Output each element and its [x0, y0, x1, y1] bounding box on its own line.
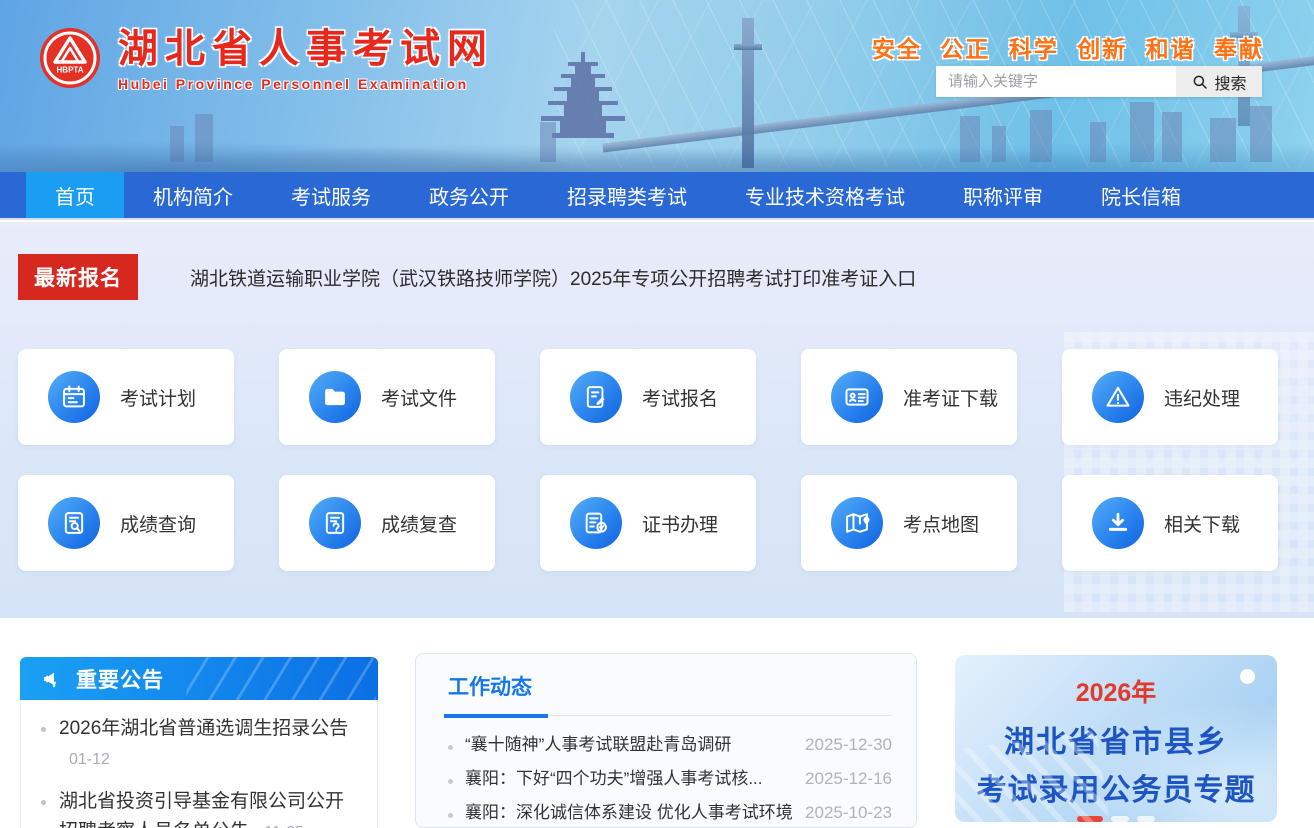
nav-item-director-mailbox[interactable]: 院长信箱 [1072, 172, 1210, 218]
service-label: 成绩复查 [381, 510, 457, 537]
announcement-text: 2026年湖北省普通选调生招录公告 [59, 718, 348, 739]
promo-dashes-decoration [955, 816, 1277, 822]
logo-acronym: HBPTA [57, 66, 84, 75]
service-label: 准考证下载 [903, 384, 998, 411]
nav-item-home[interactable]: 首页 [26, 172, 124, 218]
service-label: 考试计划 [120, 384, 196, 411]
announcement-list-item[interactable]: 湖北省投资引导基金有限公司公开招聘考察人员名单公告 11-25 [37, 787, 357, 828]
download-icon [1092, 497, 1144, 549]
hbpta-logo[interactable]: HBPTA [38, 26, 102, 90]
site-subtitle: Hubei Province Personnel Examination [118, 76, 494, 92]
important-announcements-panel: 重要公告 2026年湖北省普通选调生招录公告 01-12 湖北省投资引导基金有限… [20, 657, 378, 828]
news-text: 襄阳：下好“四个功夫”增强人事考试核... [465, 764, 763, 789]
promo-title-line2: 考试录用公务员专题 [955, 765, 1277, 809]
news-date: 2025-12-30 [805, 735, 892, 755]
site-slogan: 安全 公正 科学 创新 和谐 奉献 [872, 30, 1264, 64]
sparkle-decoration [1240, 669, 1255, 684]
civil-service-exam-promo-banner[interactable]: 2026年 湖北省省市县乡 考试录用公务员专题 [955, 655, 1277, 822]
announcement-date: 01-12 [69, 751, 110, 768]
search-input[interactable] [936, 66, 1176, 97]
search-icon [1191, 73, 1209, 91]
search-bar: 搜索 [936, 66, 1262, 97]
latest-registration-badge[interactable]: 最新报名 [18, 254, 138, 300]
site-titles: 湖北省人事考试网 Hubei Province Personnel Examin… [118, 26, 494, 92]
service-card-related-downloads[interactable]: 相关下载 [1062, 475, 1278, 571]
news-date: 2025-12-16 [805, 769, 892, 789]
service-card-score-inquiry[interactable]: 成绩查询 [18, 475, 234, 571]
service-label: 考试文件 [381, 384, 457, 411]
document-search-icon [48, 497, 100, 549]
work-updates-panel: 工作动态 “襄十随神”人事考试联盟赴青岛调研 2025-12-30 襄阳：下好“… [415, 653, 917, 828]
service-cards-row-1: 考试计划 考试文件 考试报名 [18, 349, 1278, 445]
service-card-score-recheck[interactable]: 成绩复查 [279, 475, 495, 571]
service-card-exam-plan[interactable]: 考试计划 [18, 349, 234, 445]
work-updates-title[interactable]: 工作动态 [448, 671, 532, 701]
certificate-check-icon [570, 497, 622, 549]
bullet-icon [448, 813, 453, 818]
important-announcements-title: 重要公告 [76, 664, 164, 694]
service-label: 相关下载 [1164, 510, 1240, 537]
announcement-list-item[interactable]: 2026年湖北省普通选调生招录公告 01-12 [37, 714, 357, 775]
map-pin-icon [831, 497, 883, 549]
megaphone-icon [40, 667, 64, 691]
promo-title-line1: 湖北省省市县乡 [955, 717, 1277, 761]
promo-year: 2026年 [955, 673, 1277, 709]
important-announcements-header[interactable]: 重要公告 [20, 657, 378, 700]
mountains-decoration [0, 136, 1314, 172]
service-label: 违纪处理 [1164, 384, 1240, 411]
latest-registration-link[interactable]: 湖北铁道运输职业学院（武汉铁路技师学院）2025年专项公开招聘考试打印准考证入口 [190, 264, 916, 291]
service-card-exam-documents[interactable]: 考试文件 [279, 349, 495, 445]
document-edit-icon [570, 371, 622, 423]
main-nav: 首页 机构简介 考试服务 政务公开 招录聘类考试 专业技术资格考试 职称评审 院… [0, 172, 1314, 220]
service-card-violation-handling[interactable]: 违纪处理 [1062, 349, 1278, 445]
news-list-item[interactable]: 襄阳：下好“四个功夫”增强人事考试核... 2025-12-16 [448, 764, 892, 798]
service-label: 考试报名 [642, 384, 718, 411]
search-button-label: 搜索 [1214, 70, 1246, 94]
calendar-icon [48, 371, 100, 423]
service-cards-row-2: 成绩查询 成绩复查 证书办理 [18, 475, 1278, 571]
id-card-icon [831, 371, 883, 423]
service-label: 考点地图 [903, 510, 979, 537]
news-list-item[interactable]: 襄阳：深化诚信体系建设 优化人事考试环境 2025-10-23 [448, 798, 892, 828]
news-date: 2025-10-23 [805, 803, 892, 823]
service-card-certificate-processing[interactable]: 证书办理 [540, 475, 756, 571]
mid-section: 最新报名 湖北铁道运输职业学院（武汉铁路技师学院）2025年专项公开招聘考试打印… [0, 222, 1314, 618]
announcement-text: 湖北省投资引导基金有限公司公开招聘考察人员名单公告 [59, 791, 344, 828]
nav-item-about[interactable]: 机构简介 [124, 172, 262, 218]
header-banner: HBPTA 湖北省人事考试网 Hubei Province Personnel … [0, 0, 1314, 172]
nav-item-recruitment-exams[interactable]: 招录聘类考试 [538, 172, 716, 218]
folder-icon [309, 371, 361, 423]
work-updates-list: “襄十随神”人事考试联盟赴青岛调研 2025-12-30 襄阳：下好“四个功夫”… [416, 718, 916, 828]
nav-item-title-review[interactable]: 职称评审 [934, 172, 1072, 218]
site-title: 湖北省人事考试网 [118, 26, 494, 72]
nav-item-professional-qualification[interactable]: 专业技术资格考试 [716, 172, 934, 218]
search-button[interactable]: 搜索 [1176, 66, 1262, 97]
news-list-item[interactable]: “襄十随神”人事考试联盟赴青岛调研 2025-12-30 [448, 730, 892, 764]
document-question-icon [309, 497, 361, 549]
bullet-icon [448, 779, 453, 784]
bottom-section: 重要公告 2026年湖北省普通选调生招录公告 01-12 湖北省投资引导基金有限… [0, 618, 1314, 828]
service-card-admission-ticket[interactable]: 准考证下载 [801, 349, 1017, 445]
service-card-exam-registration[interactable]: 考试报名 [540, 349, 756, 445]
nav-item-exam-services[interactable]: 考试服务 [262, 172, 400, 218]
important-announcements-list: 2026年湖北省普通选调生招录公告 01-12 湖北省投资引导基金有限公司公开招… [20, 700, 378, 828]
service-label: 证书办理 [642, 510, 718, 537]
service-card-exam-site-map[interactable]: 考点地图 [801, 475, 1017, 571]
page: HBPTA 湖北省人事考试网 Hubei Province Personnel … [0, 0, 1314, 828]
nav-item-gov-disclosure[interactable]: 政务公开 [400, 172, 538, 218]
announcement-date: 11-25 [264, 824, 304, 828]
service-label: 成绩查询 [120, 510, 196, 537]
bullet-icon [448, 745, 453, 750]
news-text: “襄十随神”人事考试联盟赴青岛调研 [465, 730, 731, 755]
news-text: 襄阳：深化诚信体系建设 优化人事考试环境 [465, 798, 793, 823]
site-brand: HBPTA 湖北省人事考试网 Hubei Province Personnel … [38, 26, 494, 92]
work-updates-divider [416, 714, 916, 718]
warning-icon [1092, 371, 1144, 423]
latest-registration-row: 最新报名 湖北铁道运输职业学院（武汉铁路技师学院）2025年专项公开招聘考试打印… [18, 254, 916, 300]
